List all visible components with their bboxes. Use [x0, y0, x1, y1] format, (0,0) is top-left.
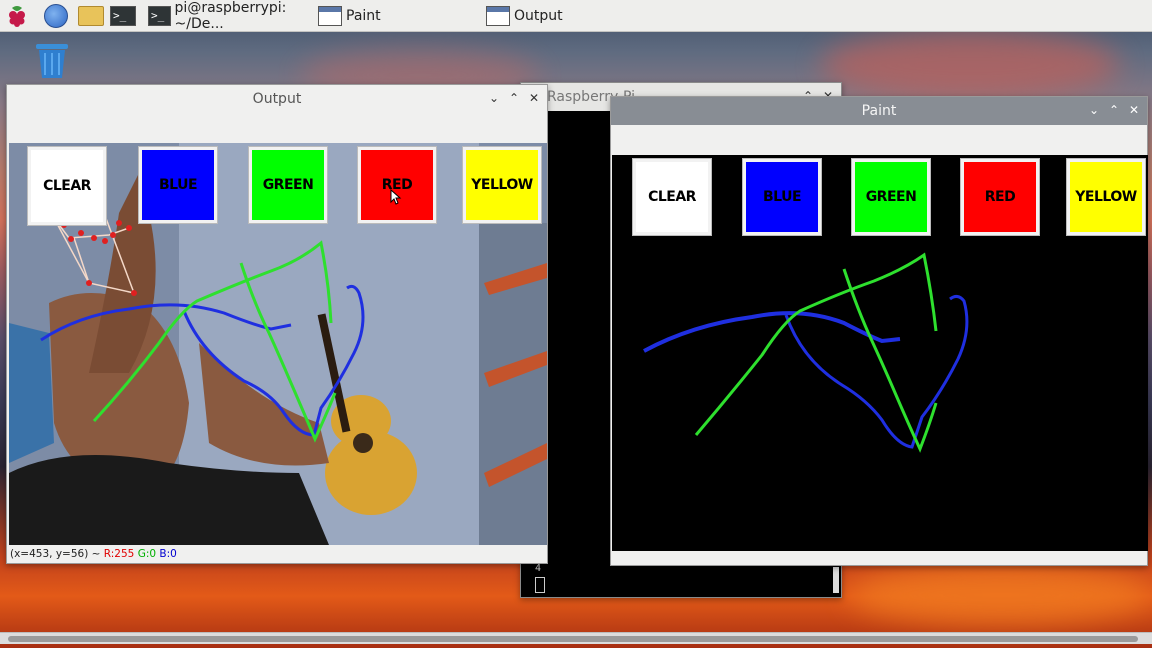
globe-icon [44, 4, 68, 28]
yellow-button[interactable]: YELLOW [462, 146, 542, 224]
task-label: Output [514, 8, 563, 24]
blue-button[interactable]: BLUE [138, 146, 218, 224]
maximize-icon[interactable]: ⌃ [1107, 102, 1121, 118]
wallpaper-cloud [820, 30, 1120, 100]
pixel-blue-value: B:0 [159, 548, 177, 560]
task-paint[interactable]: Paint [318, 3, 478, 29]
output-window[interactable]: Output ⌄ ⌃ ✕ CLEAR BLUE GREEN RED YELLOW… [6, 84, 548, 564]
terminal-cursor [535, 577, 545, 593]
blue-button[interactable]: BLUE [742, 158, 822, 236]
paint-canvas[interactable]: CLEAR BLUE GREEN RED YELLOW [612, 155, 1148, 551]
task-label: Paint [346, 8, 381, 24]
file-manager-launcher[interactable] [78, 3, 104, 29]
cursor-coords: (x=453, y=56) ~ [10, 548, 104, 560]
task-terminal[interactable]: >_ pi@raspberrypi: ~/De... [148, 0, 314, 32]
green-button[interactable]: GREEN [851, 158, 931, 236]
pixel-red-value: R:255 [103, 548, 135, 560]
maximize-icon[interactable]: ⌃ [507, 90, 521, 106]
raspberry-icon [9, 6, 25, 27]
camera-feed[interactable]: CLEAR BLUE GREEN RED YELLOW [9, 143, 547, 545]
clear-button[interactable]: CLEAR [632, 158, 712, 236]
terminal-icon: >_ [148, 6, 171, 26]
raspberry-menu-button[interactable] [6, 3, 28, 29]
close-icon[interactable]: ✕ [527, 90, 541, 106]
task-label: pi@raspberrypi: ~/De... [174, 0, 287, 32]
scrollbar-thumb[interactable] [8, 636, 1138, 642]
window-icon [318, 6, 342, 26]
window-title: Output [252, 91, 302, 107]
trash-icon[interactable] [34, 40, 70, 80]
terminal-scrollbar[interactable] [833, 567, 839, 593]
desktop-scrollbar[interactable] [0, 632, 1152, 644]
window-title: Paint [861, 103, 897, 119]
terminal-text: 4 [535, 563, 542, 574]
taskbar: >_ >_ pi@raspberrypi: ~/De... Paint Outp… [0, 0, 1152, 32]
folder-icon [78, 6, 104, 26]
window-icon [486, 6, 510, 26]
task-output[interactable]: Output [486, 3, 646, 29]
red-button[interactable]: RED [960, 158, 1040, 236]
paint-window[interactable]: Paint ⌄ ⌃ ✕ CLEAR BLUE GREEN RED YELLOW [610, 96, 1148, 566]
cursor-icon [390, 189, 402, 205]
wallpaper-cloud [850, 565, 1152, 625]
close-icon[interactable]: ✕ [1127, 102, 1141, 118]
minimize-icon[interactable]: ⌄ [1087, 102, 1101, 118]
green-button[interactable]: GREEN [248, 146, 328, 224]
output-titlebar[interactable]: Output [7, 85, 547, 113]
yellow-button[interactable]: YELLOW [1066, 158, 1146, 236]
red-button[interactable]: RED [357, 146, 437, 224]
terminal-launcher[interactable]: >_ [110, 3, 136, 29]
output-statusbar: (x=453, y=56) ~ R:255 G:0 B:0 [7, 545, 547, 563]
minimize-icon[interactable]: ⌄ [487, 90, 501, 106]
terminal-icon: >_ [110, 6, 136, 26]
clear-button[interactable]: CLEAR [27, 146, 107, 226]
browser-launcher[interactable] [44, 3, 68, 29]
paint-titlebar[interactable]: Paint [611, 97, 1147, 125]
pixel-green-value: G:0 [137, 548, 157, 560]
